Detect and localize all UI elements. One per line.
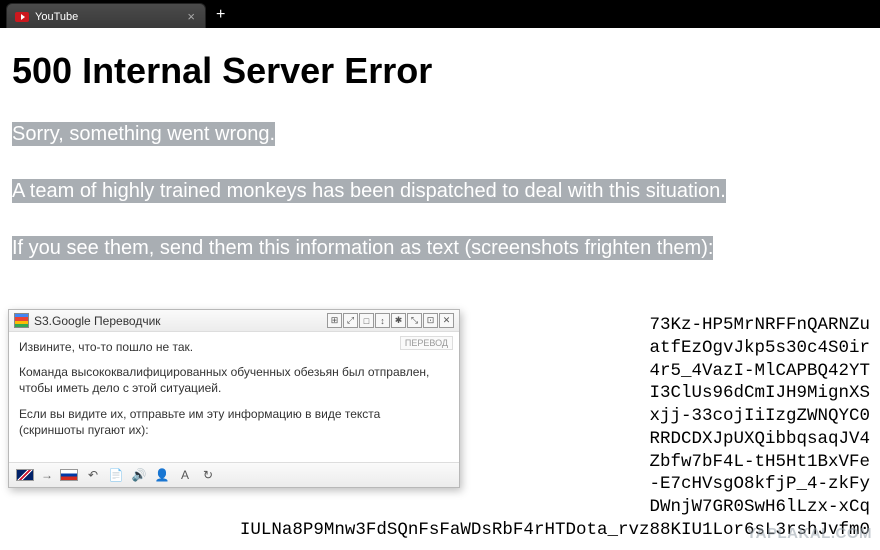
google-logo-icon: [14, 313, 29, 328]
error-message-3: If you see them, send them this informat…: [12, 236, 713, 260]
account-button[interactable]: 👤: [154, 467, 170, 483]
translator-header-controls: ⊞ ⤢ □ ↕ ✱ ⤡ ⊡ ✕: [327, 313, 454, 328]
header-control-5[interactable]: ✱: [391, 313, 406, 328]
close-translator-button[interactable]: ✕: [439, 313, 454, 328]
speak-button[interactable]: 🔊: [131, 467, 147, 483]
tab-title: YouTube: [35, 11, 78, 23]
copy-button[interactable]: 📄: [108, 467, 124, 483]
youtube-icon: [15, 12, 29, 22]
translated-text-1: Извините, что-то пошло не так.: [19, 339, 449, 355]
error-message-1: Sorry, something went wrong.: [12, 122, 275, 146]
translated-text-3: Если вы видите их, отправьте им эту инфо…: [19, 406, 449, 438]
flag-uk-icon[interactable]: [16, 469, 34, 481]
translated-text-2: Команда высококвалифицированных обученны…: [19, 364, 449, 396]
translator-header[interactable]: S3.Google Переводчик ⊞ ⤢ □ ↕ ✱ ⤡ ⊡ ✕: [9, 310, 459, 332]
font-button[interactable]: A: [177, 467, 193, 483]
new-tab-button[interactable]: +: [206, 6, 235, 28]
translator-body: ПЕРЕВОД Извините, что-то пошло не так. К…: [9, 332, 459, 462]
header-control-3[interactable]: □: [359, 313, 374, 328]
error-heading: 500 Internal Server Error: [12, 50, 870, 92]
translator-title: S3.Google Переводчик: [34, 314, 161, 328]
header-control-6[interactable]: ⤡: [407, 313, 422, 328]
undo-button[interactable]: ↶: [85, 467, 101, 483]
browser-tab-bar: YouTube × +: [0, 0, 880, 28]
header-control-2[interactable]: ⤢: [343, 313, 358, 328]
browser-tab-youtube[interactable]: YouTube ×: [6, 3, 206, 28]
page-content: 500 Internal Server Error Sorry, somethi…: [0, 28, 880, 301]
header-control-7[interactable]: ⊡: [423, 313, 438, 328]
watermark: YAPLAKAL.COM: [747, 525, 872, 542]
close-tab-button[interactable]: ×: [187, 9, 195, 24]
arrow-icon: →: [41, 468, 53, 482]
translator-footer: → ↶ 📄 🔊 👤 A ↻: [9, 462, 459, 487]
translator-popup[interactable]: S3.Google Переводчик ⊞ ⤢ □ ↕ ✱ ⤡ ⊡ ✕ ПЕР…: [8, 309, 460, 488]
error-message-2: A team of highly trained monkeys has bee…: [12, 179, 726, 203]
flag-ru-icon[interactable]: [60, 469, 78, 481]
header-control-1[interactable]: ⊞: [327, 313, 342, 328]
refresh-button[interactable]: ↻: [200, 467, 216, 483]
header-control-4[interactable]: ↕: [375, 313, 390, 328]
translation-tag: ПЕРЕВОД: [400, 336, 453, 350]
